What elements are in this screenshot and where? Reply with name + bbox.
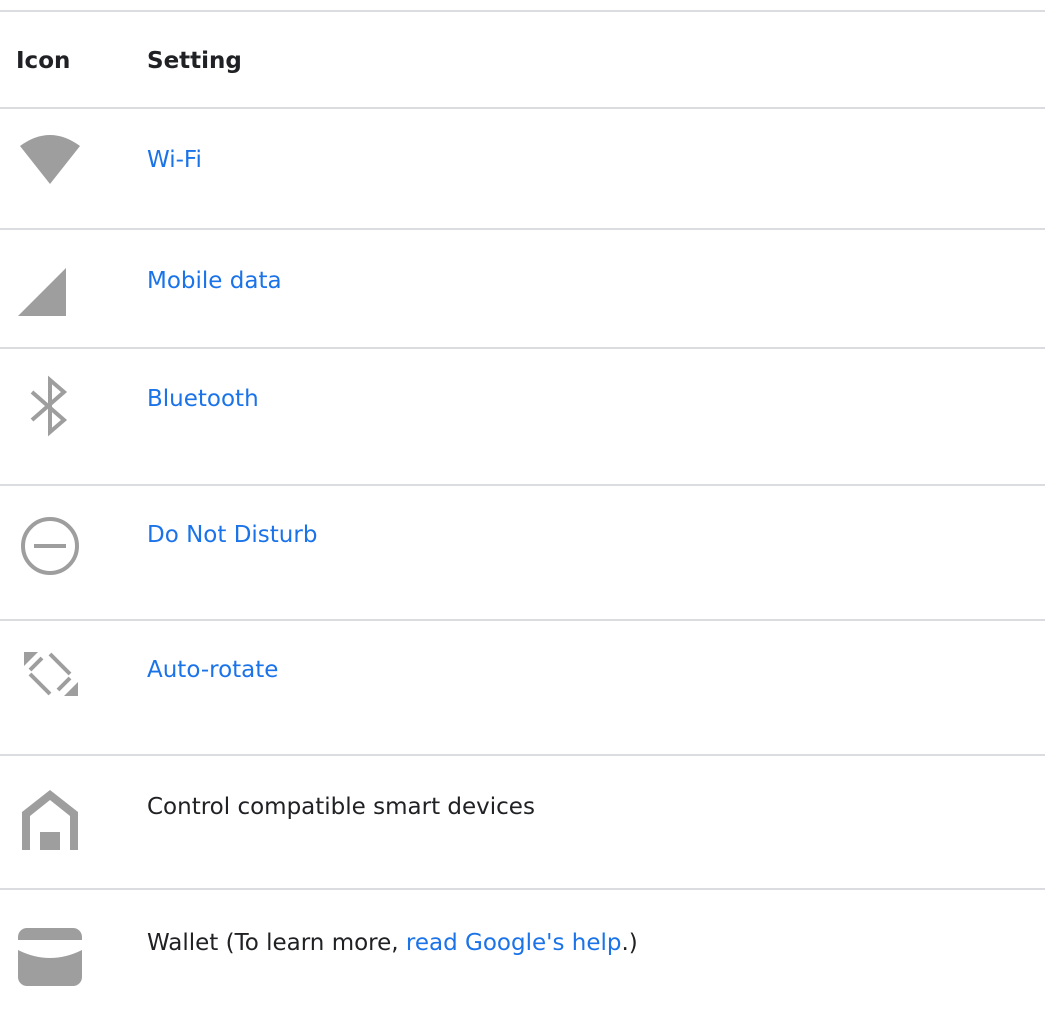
row-rule xyxy=(0,347,1045,349)
do-not-disturb-link[interactable]: Do Not Disturb xyxy=(147,520,317,550)
row-rule xyxy=(0,754,1045,756)
wifi-icon xyxy=(16,130,84,198)
column-header-setting: Setting xyxy=(147,48,242,74)
wallet-text-after: .) xyxy=(621,930,638,956)
wallet-text-before: Wallet (To learn more, xyxy=(147,930,406,956)
row-rule xyxy=(0,888,1045,890)
column-header-icon: Icon xyxy=(16,48,71,74)
auto-rotate-icon xyxy=(16,640,84,708)
row-rule xyxy=(0,228,1045,230)
header-rule xyxy=(0,107,1045,109)
bluetooth-icon xyxy=(16,370,84,438)
bluetooth-link[interactable]: Bluetooth xyxy=(147,384,259,414)
google-help-link[interactable]: read Google's help xyxy=(406,930,622,956)
wallet-icon xyxy=(16,922,84,990)
table-top-rule xyxy=(0,10,1045,12)
mobile-signal-icon xyxy=(16,252,84,320)
wallet-label: Wallet (To learn more, read Google's hel… xyxy=(147,928,638,958)
do-not-disturb-icon xyxy=(16,512,84,580)
row-rule xyxy=(0,619,1045,621)
auto-rotate-link[interactable]: Auto-rotate xyxy=(147,655,278,685)
row-rule xyxy=(0,484,1045,486)
wifi-link[interactable]: Wi-Fi xyxy=(147,145,202,175)
home-icon xyxy=(16,782,84,850)
smart-devices-label: Control compatible smart devices xyxy=(147,794,535,820)
mobile-data-link[interactable]: Mobile data xyxy=(147,266,282,296)
